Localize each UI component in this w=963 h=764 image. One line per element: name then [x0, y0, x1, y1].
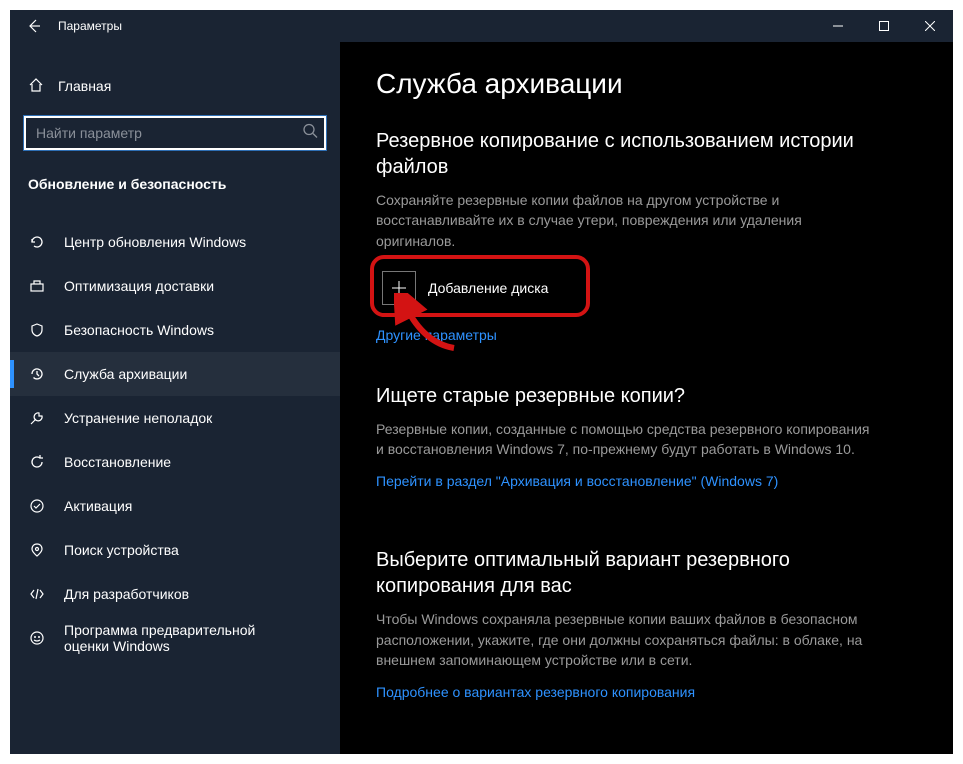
sidebar-item-find-device[interactable]: Поиск устройства — [10, 528, 340, 572]
page-title: Служба архивации — [376, 68, 917, 100]
sidebar-section-header: Обновление и безопасность — [10, 150, 340, 206]
optimal-backup-section: Выберите оптимальный вариант резервного … — [376, 547, 917, 702]
find-device-icon — [28, 542, 46, 558]
titlebar: Параметры — [10, 10, 953, 42]
add-disk-button[interactable]: Добавление диска — [376, 265, 576, 311]
optimal-backup-body: Чтобы Windows сохраняла резервные копии … — [376, 609, 876, 670]
sidebar-item-label: Центр обновления Windows — [64, 234, 246, 250]
minimize-button[interactable] — [815, 10, 861, 42]
back-button[interactable] — [10, 10, 58, 42]
close-icon — [925, 21, 935, 31]
sidebar-item-developers[interactable]: Для разработчиков — [10, 572, 340, 616]
backup-options-link[interactable]: Подробнее о вариантах резервного копиров… — [376, 684, 695, 700]
troubleshoot-icon — [28, 410, 46, 426]
minimize-icon — [833, 21, 843, 31]
maximize-icon — [879, 21, 889, 31]
file-history-section: Резервное копирование с использованием и… — [376, 128, 917, 345]
delivery-icon — [28, 278, 46, 294]
content-area: Служба архивации Резервное копирование с… — [340, 42, 953, 754]
sidebar-item-activation[interactable]: Активация — [10, 484, 340, 528]
window-title: Параметры — [58, 19, 122, 33]
developers-icon — [28, 586, 46, 602]
sidebar-item-recovery[interactable]: Восстановление — [10, 440, 340, 484]
sidebar-item-label: Безопасность Windows — [64, 322, 214, 338]
add-disk-label: Добавление диска — [428, 280, 548, 296]
plus-icon — [382, 271, 416, 305]
home-icon — [28, 77, 44, 96]
optimal-backup-title: Выберите оптимальный вариант резервного … — [376, 547, 876, 599]
sidebar-item-label: Программа предварительной оценки Windows — [64, 622, 304, 654]
sidebar-item-windows-update[interactable]: Центр обновления Windows — [10, 220, 340, 264]
sidebar-item-label: Для разработчиков — [64, 586, 189, 602]
sidebar-item-label: Активация — [64, 498, 132, 514]
win7-backup-link[interactable]: Перейти в раздел "Архивация и восстановл… — [376, 473, 778, 489]
old-backups-body: Резервные копии, созданные с помощью сре… — [376, 419, 876, 460]
sidebar-item-label: Устранение неполадок — [64, 410, 212, 426]
sidebar-home[interactable]: Главная — [10, 68, 340, 104]
search-input[interactable] — [24, 116, 326, 150]
sidebar-item-troubleshoot[interactable]: Устранение неполадок — [10, 396, 340, 440]
shield-icon — [28, 322, 46, 338]
sidebar-item-windows-security[interactable]: Безопасность Windows — [10, 308, 340, 352]
sidebar-item-label: Оптимизация доставки — [64, 278, 214, 294]
maximize-button[interactable] — [861, 10, 907, 42]
search-icon — [302, 123, 318, 144]
old-backups-section: Ищете старые резервные копии? Резервные … — [376, 383, 917, 492]
activation-icon — [28, 498, 46, 514]
sidebar-item-label: Служба архивации — [64, 366, 187, 382]
arrow-left-icon — [26, 18, 42, 34]
sidebar-home-label: Главная — [58, 78, 111, 94]
file-history-title: Резервное копирование с использованием и… — [376, 128, 856, 180]
sidebar-item-insider[interactable]: Программа предварительной оценки Windows — [10, 616, 340, 660]
recovery-icon — [28, 454, 46, 470]
old-backups-title: Ищете старые резервные копии? — [376, 383, 917, 409]
sidebar-item-label: Поиск устройства — [64, 542, 179, 558]
backup-icon — [28, 366, 46, 382]
more-options-link[interactable]: Другие параметры — [376, 327, 497, 343]
sidebar-item-delivery-optimization[interactable]: Оптимизация доставки — [10, 264, 340, 308]
sidebar: Главная Обновление и безопасность Центр … — [10, 42, 340, 754]
close-button[interactable] — [907, 10, 953, 42]
search-container — [24, 116, 326, 150]
sidebar-item-backup[interactable]: Служба архивации — [10, 352, 340, 396]
file-history-body: Сохраняйте резервные копии файлов на дру… — [376, 190, 876, 251]
window-controls — [815, 10, 953, 42]
settings-window: Параметры Главная — [10, 10, 953, 754]
sidebar-item-label: Восстановление — [64, 454, 171, 470]
sidebar-nav-list: Центр обновления Windows Оптимизация дос… — [10, 220, 340, 660]
insider-icon — [28, 630, 46, 646]
refresh-icon — [28, 234, 46, 250]
